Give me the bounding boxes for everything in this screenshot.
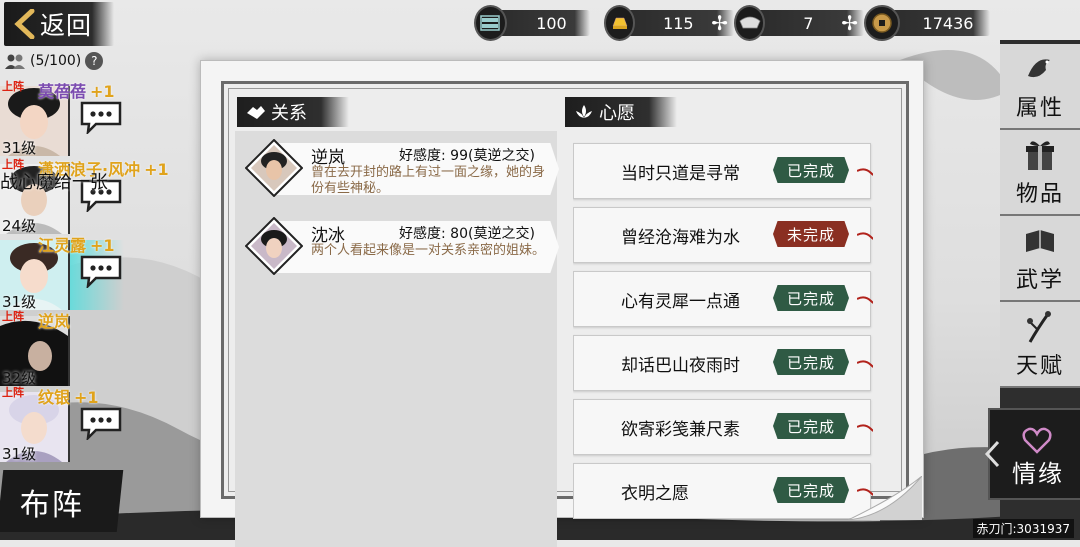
help-button[interactable]: ?: [85, 52, 104, 70]
heart-icon: [1022, 427, 1052, 454]
tassel-icon: [857, 360, 873, 368]
on-team-badge: 上阵: [2, 386, 24, 399]
relation-desc: 曾在去开封的路上有过一面之缘，她的身份有些神秘。: [311, 165, 546, 196]
resource-silver: 7 ✢: [734, 5, 864, 41]
hero-name: 纹银 +1: [38, 388, 99, 407]
wish-item[interactable]: 当时只道是寻常 已完成: [573, 143, 873, 199]
relation-portrait: [245, 217, 303, 275]
wish-text: 当时只道是寻常: [621, 164, 740, 184]
lotus-icon: [576, 105, 592, 118]
relation-portrait: [245, 139, 303, 197]
chevron-left-icon: [14, 9, 35, 39]
scrolling-message: 战心魔给一张: [0, 172, 108, 193]
roster-count: (5/100) ?: [4, 52, 104, 70]
menu-label: 物品: [1015, 182, 1064, 207]
tassel-icon: [857, 296, 873, 304]
coin-value: 17436: [922, 13, 974, 33]
resource-gold: 115 ✢: [604, 5, 734, 41]
hero-card[interactable]: 上阵 纹银 +1 31级: [0, 384, 128, 463]
wish-item[interactable]: 衣明之愿 已完成: [573, 463, 873, 519]
wish-status-badge: 已完成: [773, 285, 849, 311]
tassel-icon: [857, 168, 873, 176]
wish-text: 欲寄彩笺兼尺素: [621, 420, 740, 440]
hero-card-selected[interactable]: 江灵露 +1 31级: [0, 232, 128, 311]
relation-affection: 好感度: 80(莫逆之交): [399, 226, 535, 242]
back-label: 返回: [40, 11, 93, 40]
menu-attributes[interactable]: 属性: [1000, 44, 1080, 130]
wishes-header: 心愿: [565, 97, 677, 127]
wishes-list: 当时只道是寻常 已完成 曾经沧海难为水 未完成 心有灵犀一点通 已完成 却话巴山…: [573, 131, 873, 537]
chevron-left-icon: [984, 440, 1000, 468]
coin-icon: [864, 5, 900, 41]
tassel-icon: [857, 232, 873, 240]
silver-value: 7: [803, 13, 814, 33]
relations-list: 逆岚 好感度: 99(莫逆之交) 曾在去开封的路上有过一面之缘，她的身份有些神秘…: [235, 131, 559, 547]
wishes-title: 心愿: [599, 103, 635, 124]
gold-value: 115: [663, 13, 694, 33]
affinity-panel: 关系 心愿 逆岚 好感度: 99(莫逆之交) 曾在去开封的路上有过一面之缘，她的…: [200, 60, 924, 547]
hero-name: 莫蓓蓓 +1: [38, 82, 115, 101]
hero-card[interactable]: 上阵 逆岚 32级: [0, 308, 128, 387]
chat-bubble-icon[interactable]: [78, 254, 124, 288]
add-gold-button[interactable]: ✢: [711, 11, 728, 35]
relation-affection: 好感度: 99(莫逆之交): [399, 148, 535, 164]
roster-count-text: (5/100): [30, 53, 82, 69]
menu-items[interactable]: 物品: [1000, 130, 1080, 216]
wish-status-badge: 已完成: [773, 157, 849, 183]
menu-talents[interactable]: 天赋: [1000, 302, 1080, 388]
wish-text: 曾经沧海难为水: [621, 228, 740, 248]
resource-stamina: 100: [474, 5, 590, 41]
resource-coin: 17436: [864, 5, 990, 41]
add-silver-button[interactable]: ✢: [841, 11, 858, 35]
menu-label: 武学: [1015, 268, 1064, 293]
formation-button[interactable]: 布阵: [0, 470, 124, 532]
wish-item[interactable]: 心有灵犀一点通 已完成: [573, 271, 873, 327]
relation-desc: 两个人看起来像是一对关系亲密的姐妹。: [311, 243, 546, 258]
menu-label: 属性: [1015, 96, 1064, 121]
chat-bubble-icon[interactable]: [78, 100, 124, 134]
branch-icon: [1027, 311, 1051, 343]
wish-text: 衣明之愿: [621, 484, 689, 504]
handshake-icon: [247, 106, 265, 119]
wish-text: 心有灵犀一点通: [621, 292, 740, 312]
relations-title: 关系: [271, 103, 307, 124]
gift-box-icon: [1026, 141, 1054, 170]
menu-martial-arts[interactable]: 武学: [1000, 216, 1080, 302]
page-curl: [848, 476, 922, 520]
wish-status-badge: 已完成: [773, 349, 849, 375]
wish-status-badge: 已完成: [773, 413, 849, 439]
hero-level: 31级: [2, 445, 37, 463]
tassel-icon: [857, 424, 873, 432]
menu-label: 天赋: [1015, 354, 1064, 379]
on-team-badge: 上阵: [2, 310, 24, 323]
wish-status-badge: 未完成: [773, 221, 849, 247]
team-icon: [5, 54, 25, 69]
menu-affinity-active[interactable]: 情缘: [984, 408, 1080, 500]
wish-status-badge: 已完成: [773, 477, 849, 503]
relation-card[interactable]: 逆岚 好感度: 99(莫逆之交) 曾在去开封的路上有过一面之缘，她的身份有些神秘…: [241, 137, 559, 205]
wish-item[interactable]: 却话巴山夜雨时 已完成: [573, 335, 873, 391]
hero-level: 31级: [2, 139, 37, 157]
relations-header: 关系: [237, 97, 349, 127]
hero-name: 逆岚: [38, 312, 71, 331]
menu-label: 情缘: [1012, 460, 1064, 488]
bird-icon: [1028, 59, 1050, 78]
stamina-icon: [474, 5, 507, 41]
stamina-value: 100: [536, 13, 567, 33]
hero-name: 江灵露 +1: [38, 236, 115, 255]
back-button[interactable]: 返回: [4, 2, 114, 46]
book-icon: [1026, 230, 1054, 252]
relation-card[interactable]: 沈冰 好感度: 80(莫逆之交) 两个人看起来像是一对关系亲密的姐妹。: [241, 215, 559, 283]
wish-item[interactable]: 曾经沧海难为水 未完成: [573, 207, 873, 263]
hero-card[interactable]: 上阵 莫蓓蓓 +1 31级: [0, 78, 128, 157]
chat-bubble-icon[interactable]: [78, 406, 124, 440]
wish-text: 却话巴山夜雨时: [621, 356, 740, 376]
on-team-badge: 上阵: [2, 80, 24, 93]
formation-label: 布阵: [19, 488, 84, 523]
server-id: 赤刀门:3031937: [972, 519, 1074, 538]
wish-item[interactable]: 欲寄彩笺兼尺素 已完成: [573, 399, 873, 455]
